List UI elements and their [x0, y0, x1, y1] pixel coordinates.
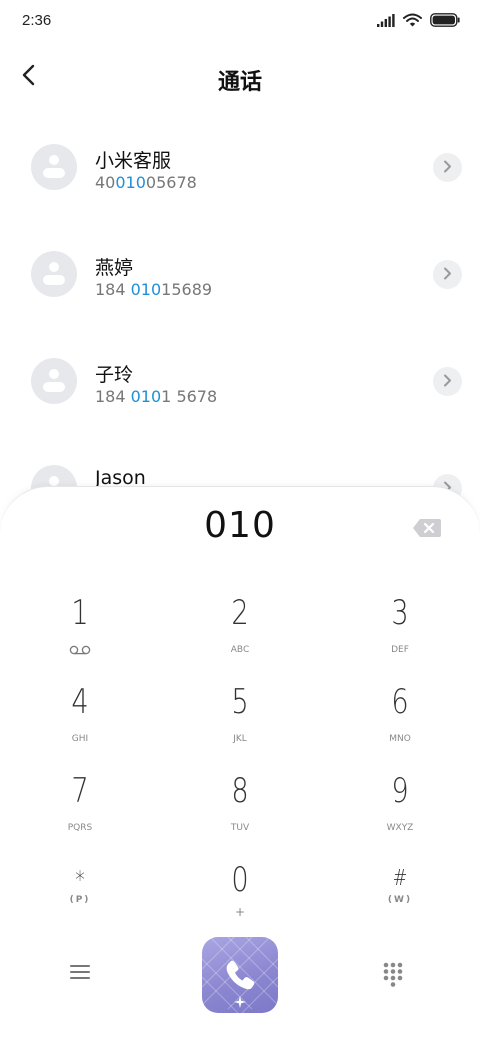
chevron-right-icon: [443, 372, 452, 391]
keypad-toggle-button[interactable]: [382, 961, 408, 987]
chevron-right-icon: [443, 158, 452, 177]
key-5[interactable]: 5 JKL: [180, 682, 300, 762]
contact-detail-button[interactable]: [433, 260, 462, 289]
key-4[interactable]: 4 GHI: [20, 682, 140, 762]
key-6[interactable]: 6 MNO: [340, 682, 460, 762]
contact-name: 小米客服: [95, 150, 172, 172]
wifi-icon: [403, 12, 422, 31]
contact-number: 4001005678: [95, 173, 197, 192]
call-button[interactable]: [202, 937, 278, 1013]
keypad-icon: [382, 962, 404, 991]
key-7[interactable]: 7 PQRS: [20, 771, 140, 851]
list-item[interactable]: 燕婷 184 01015689: [0, 221, 480, 328]
backspace-button[interactable]: [412, 517, 442, 539]
sparkle-icon: [234, 993, 246, 1012]
status-icons: [377, 12, 460, 31]
avatar: [31, 251, 77, 297]
key-8[interactable]: 8 TUV: [180, 771, 300, 851]
phone-icon: [222, 957, 258, 997]
list-item[interactable]: 子玲 184 0101 5678: [0, 328, 480, 435]
chevron-right-icon: [443, 265, 452, 284]
contact-name: 燕婷: [95, 257, 134, 279]
key-3[interactable]: 3 DEF: [340, 593, 460, 673]
key-star[interactable]: * (P): [20, 864, 140, 944]
contact-number: 184 0101 5678: [95, 387, 218, 406]
key-1[interactable]: 1: [20, 593, 140, 673]
battery-icon: [430, 12, 460, 31]
status-bar: 2:36: [0, 0, 480, 44]
avatar: [31, 144, 77, 190]
backspace-icon: [412, 519, 442, 543]
contact-list: 小米客服 4001005678 燕婷 184 01015689 子玲 184 0…: [0, 114, 480, 542]
dialed-number: 010: [204, 505, 276, 546]
page-title: 通话: [217, 70, 262, 95]
avatar: [31, 358, 77, 404]
key-2[interactable]: 2 ABC: [180, 593, 300, 673]
list-item[interactable]: 小米客服 4001005678: [0, 114, 480, 221]
contact-detail-button[interactable]: [433, 367, 462, 396]
key-0[interactable]: 0 +: [180, 860, 300, 940]
key-hash[interactable]: # (W): [340, 864, 460, 944]
contact-number: 184 01015689: [95, 280, 213, 299]
menu-button[interactable]: [70, 964, 100, 988]
voicemail-icon: [20, 645, 140, 658]
bottom-action-bar: [0, 936, 480, 1016]
menu-icon: [70, 965, 90, 984]
status-time: 2:36: [22, 12, 52, 29]
key-9[interactable]: 9 WXYZ: [340, 771, 460, 851]
contact-name: 子玲: [95, 364, 134, 386]
signal-icon: [377, 12, 395, 31]
contact-detail-button[interactable]: [433, 153, 462, 182]
header: 通话: [0, 50, 480, 106]
